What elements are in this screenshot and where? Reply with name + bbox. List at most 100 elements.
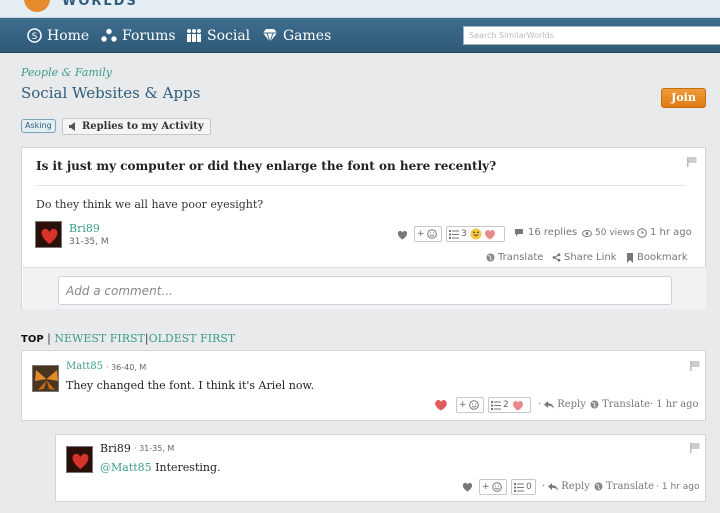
sort-newest[interactable]: NEWEST FIRST bbox=[54, 332, 145, 345]
reactions-list-button[interactable]: 3 bbox=[446, 226, 505, 242]
reply-link[interactable]: · Reply bbox=[542, 481, 590, 492]
avatar[interactable] bbox=[32, 365, 59, 392]
reply-link[interactable]: · Reply bbox=[538, 399, 586, 410]
flag-icon[interactable] bbox=[687, 157, 697, 167]
share-link[interactable]: Share Link bbox=[552, 252, 617, 263]
reply-card: Bri89 · 31-35, M @Matt85 Interesting. + … bbox=[55, 434, 706, 502]
author-name[interactable]: Bri89 bbox=[100, 442, 131, 455]
add-reaction-label: + bbox=[459, 400, 467, 410]
author-meta: 31-35, M bbox=[69, 237, 109, 247]
like-heart-icon[interactable] bbox=[462, 482, 473, 492]
add-reaction-label: + bbox=[482, 482, 490, 492]
author-meta: · 36-40, M bbox=[106, 363, 147, 372]
top-header: WORLDS bbox=[0, 0, 720, 18]
sort-separator: | bbox=[47, 332, 51, 345]
comment-area: Add a comment... bbox=[23, 267, 706, 309]
author-name[interactable]: Matt85 bbox=[66, 361, 103, 372]
reply-label: Reply bbox=[561, 481, 590, 492]
reply-icon bbox=[548, 482, 559, 491]
join-button[interactable]: Join bbox=[661, 88, 706, 108]
bullet: · bbox=[650, 399, 654, 410]
heart-reaction-icon bbox=[512, 400, 523, 410]
nav-games[interactable]: Games bbox=[262, 18, 331, 53]
translate-link[interactable]: Translate bbox=[590, 399, 650, 410]
share-icon bbox=[552, 253, 561, 262]
flag-icon[interactable] bbox=[690, 443, 700, 453]
reply-time-label: 1 hr ago bbox=[656, 399, 699, 410]
nav-social[interactable]: Social bbox=[186, 18, 250, 53]
reply-time: · 1 hr ago bbox=[656, 482, 699, 492]
author-name[interactable]: Bri89 bbox=[69, 222, 100, 235]
replies-count-label: 16 replies bbox=[528, 227, 578, 238]
nav-home[interactable]: S Home bbox=[27, 18, 89, 53]
divider bbox=[36, 185, 686, 186]
post-time-label: 1 hr ago bbox=[650, 227, 692, 238]
svg-text:S: S bbox=[32, 32, 38, 42]
liked-heart-icon[interactable] bbox=[434, 399, 448, 411]
reply-text-body: Interesting. bbox=[151, 461, 221, 474]
comment-input[interactable]: Add a comment... bbox=[58, 276, 672, 305]
laugh-emoji-icon bbox=[470, 228, 482, 240]
mention-link[interactable]: @Matt85 bbox=[100, 461, 152, 474]
nav-games-label: Games bbox=[283, 27, 332, 44]
flag-icon[interactable] bbox=[690, 361, 700, 371]
bookmark-label: Bookmark bbox=[637, 252, 688, 263]
heart-avatar-icon bbox=[41, 228, 58, 244]
replies-to-activity-label: Replies to my Activity bbox=[82, 121, 204, 132]
bullet: · bbox=[656, 482, 659, 492]
question-card: Is it just my computer or did they enlar… bbox=[21, 147, 706, 309]
translate-label: Translate bbox=[498, 252, 544, 263]
sort-bar: TOP | NEWEST FIRST|OLDEST FIRST bbox=[21, 332, 235, 345]
nav-forums[interactable]: Forums bbox=[101, 18, 176, 53]
reply-time: · 1 hr ago bbox=[650, 399, 699, 410]
smiley-icon bbox=[426, 229, 437, 239]
add-reaction-button[interactable]: + bbox=[414, 226, 442, 242]
sort-top[interactable]: TOP bbox=[21, 334, 44, 345]
reply-text: @Matt85 Interesting. bbox=[100, 461, 221, 474]
logo-icon[interactable] bbox=[24, 0, 50, 12]
avatar[interactable] bbox=[66, 446, 93, 473]
translate-label: Translate bbox=[602, 399, 651, 410]
reply-label: Reply bbox=[557, 399, 586, 410]
reactions-list-button[interactable]: 0 bbox=[511, 479, 536, 495]
bookmark-link[interactable]: Bookmark bbox=[626, 252, 688, 263]
replies-to-activity-button[interactable]: Replies to my Activity bbox=[62, 118, 211, 135]
category-link[interactable]: People & Family bbox=[21, 66, 112, 79]
forums-icon bbox=[101, 28, 117, 42]
sort-oldest[interactable]: OLDEST FIRST bbox=[149, 332, 236, 345]
speaker-icon bbox=[69, 122, 75, 131]
logo-text[interactable]: WORLDS bbox=[62, 0, 138, 9]
list-icon bbox=[514, 482, 524, 492]
reactions-count: 3 bbox=[461, 229, 467, 239]
globe-icon bbox=[486, 253, 495, 262]
nav-forums-label: Forums bbox=[122, 27, 176, 44]
translate-link[interactable]: Translate bbox=[486, 252, 543, 263]
author-meta: · 31-35, M bbox=[134, 444, 175, 453]
heart-avatar-icon bbox=[72, 453, 89, 469]
views-label: 50 views bbox=[595, 228, 635, 238]
avatar[interactable] bbox=[35, 221, 62, 248]
reactions-count: 2 bbox=[503, 400, 509, 410]
add-reaction-label: + bbox=[417, 229, 425, 239]
reply-time-label: 1 hr ago bbox=[661, 482, 700, 492]
comment-icon bbox=[515, 229, 523, 237]
translate-link[interactable]: Translate bbox=[594, 481, 654, 492]
search-input[interactable]: Search SimilarWorlds bbox=[463, 26, 720, 45]
group-title[interactable]: Social Websites & Apps bbox=[21, 84, 200, 102]
reply-card: Matt85 · 36-40, M They changed the font.… bbox=[21, 350, 706, 421]
nav-social-label: Social bbox=[207, 27, 251, 44]
smiley-icon bbox=[468, 400, 479, 410]
globe-icon bbox=[590, 400, 599, 409]
like-heart-icon[interactable] bbox=[397, 230, 408, 240]
main-nav: S Home Forums Social Games Search Simila… bbox=[0, 18, 720, 53]
bookmark-icon bbox=[627, 252, 633, 263]
add-reaction-button[interactable]: + bbox=[456, 397, 484, 413]
eye-icon bbox=[582, 229, 592, 237]
question-title: Is it just my computer or did they enlar… bbox=[36, 159, 497, 173]
list-icon bbox=[491, 400, 501, 410]
add-reaction-button[interactable]: + bbox=[479, 479, 507, 495]
list-icon bbox=[449, 229, 459, 239]
replies-count[interactable]: 16 replies bbox=[514, 227, 577, 238]
asking-badge: Asking bbox=[21, 119, 56, 133]
reactions-list-button[interactable]: 2 bbox=[488, 397, 531, 413]
